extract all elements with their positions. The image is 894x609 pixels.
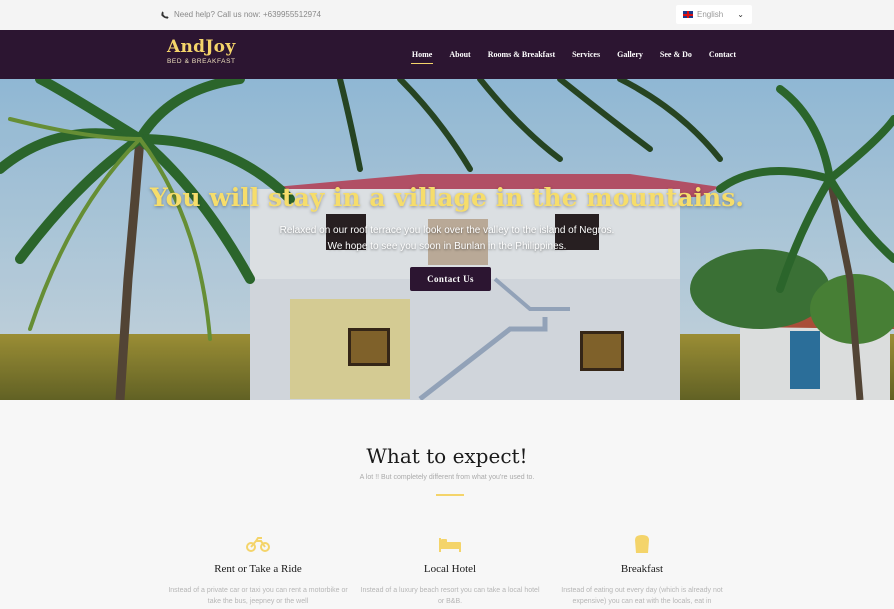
feature-title: Breakfast	[620, 563, 664, 575]
feature-rent-ride: Rent or Take a Ride Instead of a private…	[168, 534, 348, 607]
hero-background-image	[0, 79, 894, 400]
feature-text: Instead of a private car or taxi you can…	[168, 587, 348, 605]
feature-text: Instead of eating out every day (which i…	[561, 587, 723, 605]
feature-title: Rent or Take a Ride	[214, 563, 302, 575]
section-subtitle: A lot !! But completely different from w…	[359, 474, 535, 481]
bed-icon	[439, 538, 461, 552]
language-label: English	[697, 10, 724, 19]
nav-gallery[interactable]: Gallery	[617, 50, 643, 59]
main-navbar: AndJoy BED & BREAKFAST Home About Rooms …	[0, 30, 894, 79]
feature-title: Local Hotel	[423, 563, 477, 575]
feature-text: Instead of a luxury beach resort you can…	[360, 587, 540, 605]
feature-breakfast: Breakfast Instead of eating out every da…	[552, 534, 732, 607]
nav-home[interactable]: Home	[410, 50, 434, 64]
nav-see-do[interactable]: See & Do	[660, 50, 692, 59]
breakfast-icon	[635, 535, 649, 553]
uk-flag-icon	[683, 11, 693, 18]
logo-title: AndJoy	[167, 37, 236, 57]
nav-about[interactable]: About	[449, 50, 470, 59]
hero-subtitle-line1: Relaxed on our roof terrace you look ove…	[279, 225, 615, 236]
phone-icon	[161, 10, 169, 19]
chevron-down-icon: ⌄	[737, 10, 744, 19]
section-title: What to expect!	[366, 444, 528, 468]
hero-banner: You will stay in a village in the mounta…	[0, 79, 894, 400]
phone-text: Need help? Call us now: +639955512974	[174, 10, 322, 19]
hero-subtitle-line2: We hope to see you soon in Bunlan in the…	[327, 241, 567, 252]
section-divider	[436, 494, 464, 496]
site-logo[interactable]: AndJoy BED & BREAKFAST	[167, 38, 236, 65]
language-selector[interactable]: English ⌄	[676, 5, 752, 24]
nav-services[interactable]: Services	[572, 50, 600, 59]
primary-nav: Home About Rooms & Breakfast Services Ga…	[410, 50, 736, 64]
contact-us-button[interactable]: Contact Us	[410, 267, 491, 291]
logo-subtitle: BED & BREAKFAST	[167, 58, 236, 65]
motorbike-icon	[246, 537, 270, 552]
contact-phone[interactable]: Need help? Call us now: +639955512974	[161, 10, 321, 19]
feature-local-hotel: Local Hotel Instead of a luxury beach re…	[360, 534, 540, 607]
top-bar: Need help? Call us now: +639955512974 En…	[0, 0, 894, 30]
hero-title: You will stay in a village in the mounta…	[150, 183, 744, 212]
nav-rooms-breakfast[interactable]: Rooms & Breakfast	[488, 50, 555, 59]
nav-contact[interactable]: Contact	[709, 50, 736, 59]
